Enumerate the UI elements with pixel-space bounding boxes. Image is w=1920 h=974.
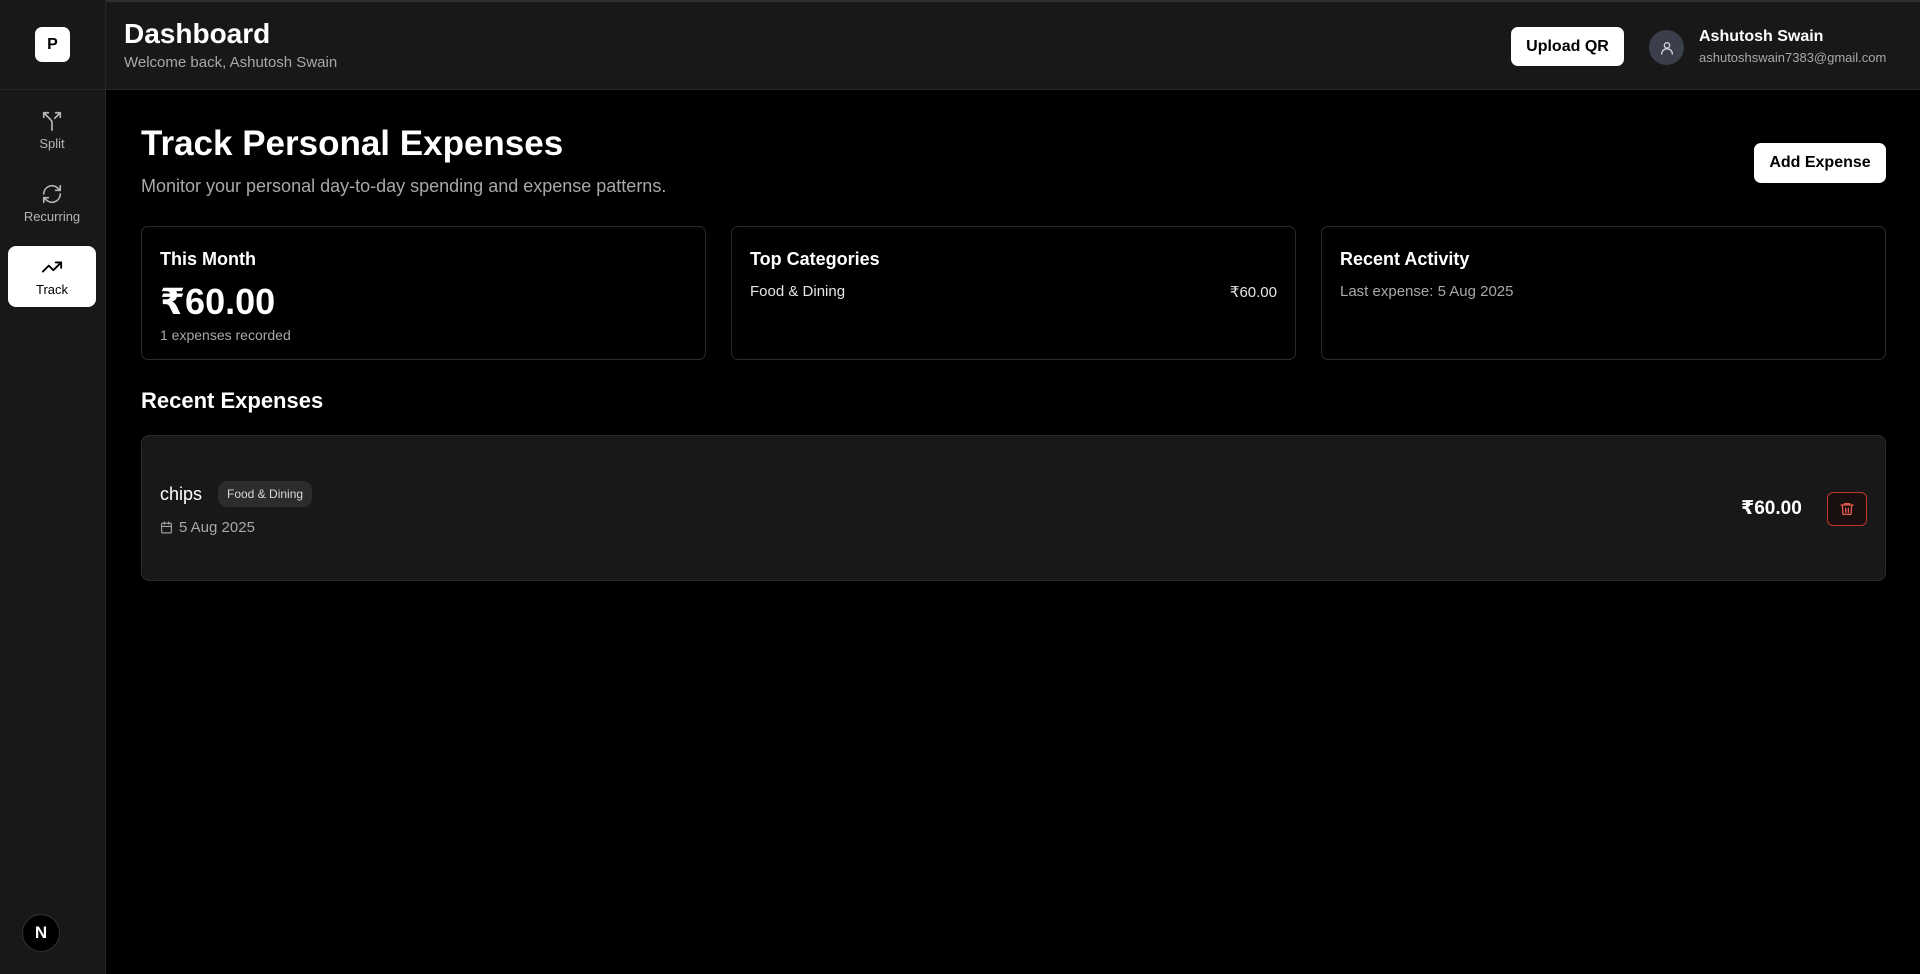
expense-amount: ₹60.00 — [1741, 498, 1802, 519]
sidebar-item-recurring[interactable]: Recurring — [8, 173, 96, 234]
header-title: Dashboard — [124, 18, 271, 49]
sidebar-logo-area: P — [0, 0, 105, 90]
sidebar-item-label: Recurring — [23, 209, 81, 224]
recent-expenses-title: Recent Expenses — [141, 388, 324, 413]
expense-count: 1 expenses recorded — [160, 327, 291, 343]
page-subtitle: Monitor your personal day-to-day spendin… — [141, 176, 667, 196]
sidebar-item-label: Track — [35, 282, 69, 297]
header: Dashboard Welcome back, Ashutosh Swain U… — [106, 0, 1920, 90]
expense-date: 5 Aug 2025 — [160, 519, 255, 536]
sidebar: P Split Recurring Track N — [0, 0, 106, 974]
card-title: This Month — [160, 249, 256, 269]
month-total-amount: ₹60.00 — [160, 281, 276, 322]
split-icon — [42, 111, 62, 131]
card-title: Top Categories — [750, 249, 880, 269]
expense-name: chips — [160, 484, 203, 504]
expense-date-text: 5 Aug 2025 — [179, 519, 255, 536]
sidebar-item-track[interactable]: Track — [8, 246, 96, 307]
trash-icon — [1840, 503, 1854, 515]
recent-activity-card: Recent Activity Last expense: 5 Aug 2025 — [1321, 226, 1886, 360]
upload-qr-button[interactable]: Upload QR — [1511, 27, 1624, 66]
user-icon — [1660, 41, 1673, 55]
sidebar-nav: Split Recurring Track — [0, 90, 105, 307]
last-expense-text: Last expense: 5 Aug 2025 — [1340, 283, 1514, 300]
app-logo[interactable]: P — [35, 27, 70, 62]
avatar[interactable] — [1649, 30, 1684, 65]
header-subtitle: Welcome back, Ashutosh Swain — [124, 54, 338, 71]
delete-expense-button[interactable] — [1827, 492, 1867, 526]
add-expense-button[interactable]: Add Expense — [1754, 143, 1886, 183]
user-name: Ashutosh Swain — [1699, 28, 1824, 45]
sidebar-item-label: Split — [39, 136, 65, 151]
calendar-icon — [161, 521, 172, 534]
sidebar-item-split[interactable]: Split — [8, 100, 96, 161]
next-logo-badge[interactable]: N — [22, 914, 60, 952]
category-amount: ₹60.00 — [1229, 284, 1277, 301]
top-categories-card: Top Categories Food & Dining ₹60.00 — [731, 226, 1296, 360]
category-badge: Food & Dining — [218, 481, 313, 507]
category-name: Food & Dining — [750, 283, 846, 300]
card-title: Recent Activity — [1340, 249, 1470, 269]
page-title: Track Personal Expenses — [141, 124, 564, 163]
list-item: chips Food & Dining 5 Aug 2025 ₹60.00 — [141, 435, 1886, 581]
trending-up-icon — [41, 261, 63, 273]
this-month-card: This Month ₹60.00 1 expenses recorded — [141, 226, 706, 360]
user-email: ashutoshswain7383@gmail.com — [1699, 50, 1887, 65]
refresh-icon — [42, 184, 62, 204]
